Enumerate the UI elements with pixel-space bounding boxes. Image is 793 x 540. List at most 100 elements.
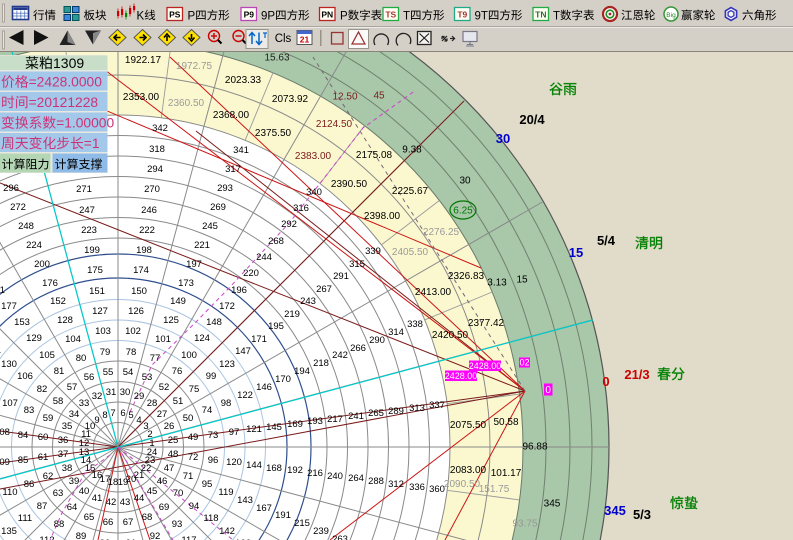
svg-text:117: 117 [181, 535, 196, 540]
svg-text:TN: TN [535, 10, 546, 20]
svg-text:9.38: 9.38 [402, 145, 422, 156]
svg-text:48: 48 [168, 449, 179, 460]
svg-text:2023.33: 2023.33 [225, 75, 262, 86]
svg-text:193: 193 [307, 416, 323, 427]
svg-text:83: 83 [24, 405, 35, 416]
svg-text:127: 127 [92, 306, 108, 317]
svg-text:26: 26 [164, 421, 175, 432]
svg-text:5/3: 5/3 [633, 507, 651, 522]
svg-text:215: 215 [294, 518, 310, 529]
svg-text:6: 6 [120, 408, 125, 419]
svg-text:84: 84 [18, 430, 29, 441]
svg-text:196: 196 [231, 285, 247, 296]
svg-text:29: 29 [134, 391, 145, 402]
svg-text:270: 270 [144, 184, 160, 195]
svg-text:197: 197 [186, 259, 202, 270]
svg-text:02: 02 [519, 358, 529, 368]
svg-text:15.63: 15.63 [264, 53, 289, 64]
svg-text:87: 87 [37, 501, 48, 512]
svg-text:107: 107 [2, 398, 18, 409]
svg-text:73: 73 [208, 430, 219, 441]
svg-text:75: 75 [189, 384, 200, 395]
svg-text:9P: 9P [261, 10, 275, 22]
svg-text:63: 63 [53, 488, 64, 499]
svg-text:P: P [188, 10, 196, 22]
svg-text:171: 171 [251, 334, 267, 345]
svg-text:35: 35 [62, 421, 73, 432]
svg-text:192: 192 [287, 465, 303, 476]
svg-text:40: 40 [79, 486, 90, 497]
svg-text:59: 59 [43, 413, 54, 424]
svg-text:58: 58 [53, 396, 64, 407]
svg-text:27: 27 [157, 409, 168, 420]
svg-text:32: 32 [92, 391, 103, 402]
svg-text:198: 198 [136, 245, 152, 256]
svg-text:151.75: 151.75 [479, 484, 510, 495]
svg-text:312: 312 [388, 479, 404, 490]
svg-text:2368.00: 2368.00 [213, 110, 250, 121]
svg-text:2428.00: 2428.00 [469, 361, 502, 371]
svg-text:240: 240 [327, 471, 343, 482]
svg-text:31: 31 [106, 387, 117, 398]
svg-text:45: 45 [373, 91, 385, 102]
svg-text:167: 167 [256, 503, 272, 514]
svg-text:93: 93 [172, 519, 183, 530]
svg-text:263: 263 [332, 534, 348, 540]
svg-text:153: 153 [14, 317, 30, 328]
svg-text:50: 50 [183, 413, 194, 424]
svg-text:42: 42 [106, 497, 117, 508]
svg-text:142: 142 [219, 526, 235, 537]
svg-text:101: 101 [155, 334, 171, 345]
svg-text:45: 45 [147, 486, 158, 497]
svg-text:149: 149 [170, 296, 186, 307]
svg-text:50.58: 50.58 [493, 417, 518, 428]
svg-text:55: 55 [103, 367, 114, 378]
svg-text:46: 46 [157, 476, 168, 487]
svg-text:342: 342 [152, 123, 168, 134]
svg-text:2377.42: 2377.42 [468, 318, 505, 329]
svg-text:76: 76 [172, 366, 183, 377]
svg-text:Big: Big [666, 12, 676, 19]
svg-text:267: 267 [316, 284, 332, 295]
svg-text:152: 152 [50, 296, 66, 307]
svg-text:345: 345 [544, 499, 561, 510]
svg-text:2390.50: 2390.50 [331, 179, 368, 190]
svg-text:147: 147 [235, 346, 251, 357]
svg-text:47: 47 [164, 463, 175, 474]
svg-text:99: 99 [206, 371, 217, 382]
svg-text:268: 268 [268, 236, 284, 247]
svg-text:266: 266 [350, 343, 366, 354]
svg-text:135: 135 [1, 526, 17, 537]
svg-text:67: 67 [123, 517, 134, 528]
svg-text:172: 172 [219, 301, 235, 312]
svg-text:49: 49 [188, 432, 199, 443]
svg-text:145: 145 [266, 422, 282, 433]
svg-text:39: 39 [69, 476, 80, 487]
svg-text:288: 288 [368, 476, 384, 487]
svg-text:128: 128 [57, 315, 73, 326]
svg-text:223: 223 [81, 225, 97, 236]
svg-text:265: 265 [368, 408, 384, 419]
svg-text:37: 37 [58, 449, 69, 460]
svg-text:154: 154 [0, 346, 1, 357]
svg-text:8: 8 [102, 410, 107, 421]
svg-text:2428.00: 2428.00 [445, 371, 478, 381]
svg-text:PN: PN [321, 10, 333, 20]
svg-text:24: 24 [147, 447, 158, 458]
svg-text:318: 318 [149, 144, 165, 155]
svg-text:269: 269 [210, 202, 226, 213]
svg-text:P9: P9 [244, 10, 255, 20]
svg-text:33: 33 [79, 398, 90, 409]
svg-text:191: 191 [275, 510, 291, 521]
svg-text:0: 0 [545, 385, 551, 396]
svg-text:109: 109 [0, 457, 10, 468]
svg-text:2083.00: 2083.00 [450, 465, 487, 476]
svg-text:150: 150 [131, 286, 147, 297]
svg-text:246: 246 [141, 205, 157, 216]
svg-text:291: 291 [333, 271, 349, 282]
svg-text:222: 222 [139, 225, 155, 236]
svg-text:=2428.0000: =2428.0000 [29, 75, 103, 90]
svg-text:44: 44 [134, 493, 145, 504]
svg-text:126: 126 [128, 306, 144, 317]
svg-text:271: 271 [76, 184, 92, 195]
